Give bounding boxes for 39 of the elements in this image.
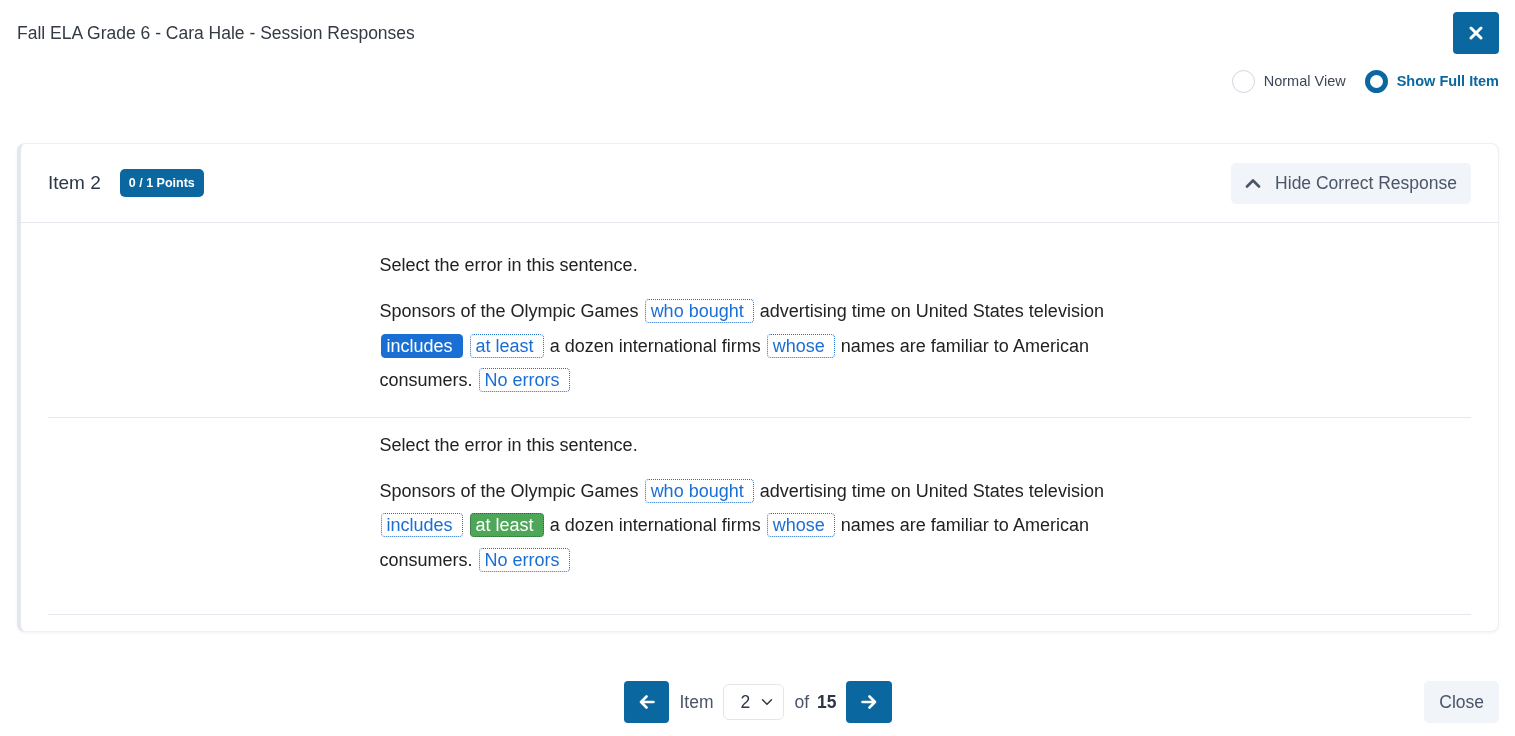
sentence-text: a dozen international firms (549, 515, 761, 535)
close-icon (1469, 26, 1483, 40)
answer-choice[interactable]: whose (766, 333, 835, 358)
sentence-text: consumers. (379, 549, 473, 570)
answer-choice[interactable]: whose (766, 513, 835, 537)
sentence-text: advertising time on United States television (759, 301, 1104, 321)
sentence-text: a dozen international firms (549, 335, 761, 356)
arrow-left-icon (638, 695, 655, 709)
previous-button[interactable] (624, 681, 670, 723)
answer-choice[interactable]: at least (469, 333, 544, 358)
sentence-text: names are familiar to American (840, 515, 1089, 535)
answer-choice[interactable]: No errors (478, 547, 570, 572)
dialog-close-button[interactable] (1453, 12, 1499, 54)
item-label: Item (679, 690, 714, 714)
sentence-text: names are familiar to American (840, 335, 1089, 356)
question-prompt: Select the error in this sentence. (379, 254, 639, 277)
view-option-radio[interactable]: Show Full Item (1364, 70, 1499, 93)
next-button[interactable] (845, 681, 892, 723)
answer-choice[interactable]: includes (380, 333, 463, 358)
answer-choice[interactable]: includes (380, 513, 463, 537)
total-count: 15 (817, 690, 837, 714)
sentence-text: advertising time on United States television (759, 480, 1104, 501)
item-select[interactable]: 2 (723, 684, 785, 720)
sentence-text: Sponsors of the Olympic Games (379, 301, 639, 321)
answer-choice[interactable]: who bought (644, 478, 754, 503)
sentence-text: Sponsors of the Olympic Games (379, 480, 639, 501)
item-title: Item 2 (48, 170, 101, 195)
sentence-text: consumers. (379, 370, 473, 390)
close-button[interactable]: Close (1424, 681, 1499, 723)
answer-choice[interactable]: at least (469, 513, 544, 537)
view-option-radio[interactable]: Normal View (1231, 70, 1346, 93)
dialog-title: Fall ELA Grade 6 - Cara Hale - Session Responses (17, 21, 415, 45)
of-label: of (794, 690, 810, 714)
question-prompt: Select the error in this sentence. (379, 433, 639, 457)
answer-choice[interactable]: who bought (644, 299, 754, 323)
arrow-right-icon (860, 695, 877, 709)
answer-choice[interactable]: No errors (478, 368, 570, 392)
points-badge: 0 / 1 Points (119, 168, 204, 198)
toggle-response-button[interactable]: Hide Correct Response (1231, 162, 1471, 204)
